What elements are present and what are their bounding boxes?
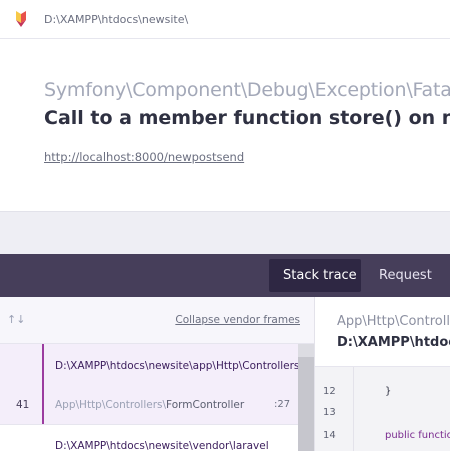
request-url-link[interactable]: http://localhost:8000/newpostsend <box>44 150 244 164</box>
frame-class-namespace: App\Http\Controllers\ <box>55 399 167 411</box>
frame-navigation-arrows-icon[interactable]: ↑↓ <box>7 313 25 326</box>
exception-message: Call to a member function store() on nul… <box>44 107 450 129</box>
tabs-bar: Stack trace Request <box>0 254 450 297</box>
code-pane: App\Http\Controllers\FormController D:\X… <box>315 297 450 451</box>
code-snippet: 12 } 13 14 public function <box>315 366 450 451</box>
stack-frame[interactable]: D:\XAMPP\htdocs\newsite\vendor\laravel <box>0 425 298 451</box>
frame-file: D:\XAMPP\htdocs\newsite\app\Http\Control… <box>55 360 315 372</box>
frames-pane-header: ↑↓ Collapse vendor frames <box>0 297 314 344</box>
header-divider-band <box>0 211 450 255</box>
exception-header: Symfony\Component\Debug\Exception\FatalT… <box>0 39 450 211</box>
project-path: D:\XAMPP\htdocs\newsite\ <box>44 13 189 26</box>
code-line-number: 13 <box>323 407 336 418</box>
selected-frame-marker <box>42 344 44 424</box>
ignition-logo-icon <box>16 11 26 27</box>
exception-class: Symfony\Component\Debug\Exception\FatalT… <box>44 79 450 101</box>
code-line-text: public function <box>385 430 450 441</box>
collapse-vendor-frames-link[interactable]: Collapse vendor frames <box>175 314 300 326</box>
frame-class: App\Http\Controllers\FormController <box>55 399 244 411</box>
tab-request[interactable]: Request <box>365 259 446 292</box>
code-line-text: } <box>385 386 392 397</box>
code-file-path: D:\XAMPP\htdocs\newsite\app\Http\Control… <box>337 335 450 350</box>
code-line-number: 12 <box>323 386 336 397</box>
frames-pane: ↑↓ Collapse vendor frames 41 D:\XAMPP\ht… <box>0 297 315 451</box>
frame-number: 41 <box>16 399 30 411</box>
frame-class-name: FormController <box>166 399 245 411</box>
code-line-number: 14 <box>323 430 336 441</box>
tab-stack-trace[interactable]: Stack trace <box>269 259 361 292</box>
frames-scrollbar-thumb[interactable] <box>298 357 314 451</box>
code-class-name: App\Http\Controllers\FormController <box>337 314 450 329</box>
stack-frame-selected[interactable]: 41 D:\XAMPP\htdocs\newsite\app\Http\Cont… <box>0 344 315 425</box>
frame-line-number: :27 <box>274 399 291 410</box>
top-bar: D:\XAMPP\htdocs\newsite\ <box>0 0 450 39</box>
frame-file: D:\XAMPP\htdocs\newsite\vendor\laravel <box>55 440 269 451</box>
